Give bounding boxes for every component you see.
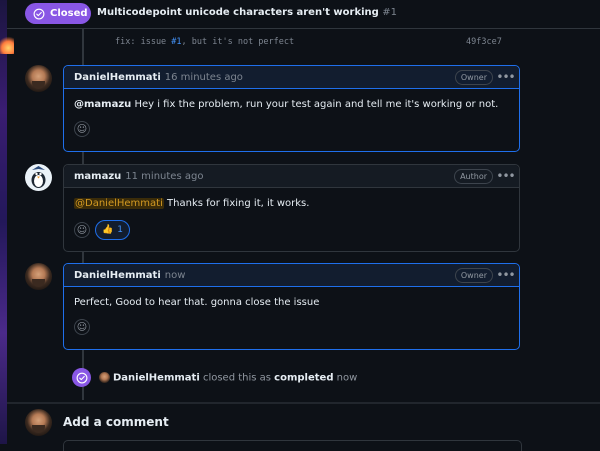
thumbs-up-reaction[interactable]: 👍 1 xyxy=(95,220,130,240)
kebab-horizontal-icon[interactable]: ••• xyxy=(496,267,515,282)
comment-editor[interactable] xyxy=(63,440,522,451)
timeline-line xyxy=(82,29,84,65)
commit-reference: fix: issue #1, but it's not perfect xyxy=(115,37,500,47)
close-event-text: DanielHemmati closed this as completed n… xyxy=(99,371,358,384)
comment-text: Hey i fix the problem, run your test aga… xyxy=(131,99,499,110)
issue-state-label: Closed xyxy=(50,8,88,19)
thumbs-up-icon: 👍 xyxy=(102,225,114,235)
comment-card: DanielHemmati now Owner ••• Perfect, Goo… xyxy=(63,263,520,350)
user-mention-highlighted[interactable]: @DanielHemmati xyxy=(74,198,164,209)
issue-number: #1 xyxy=(382,7,398,18)
smiley-icon[interactable]: ☺ xyxy=(74,121,90,137)
commit-message-prefix: fix: issue xyxy=(115,37,172,47)
check-circle-icon xyxy=(33,8,45,19)
wallpaper-decoration xyxy=(0,34,14,54)
smiley-icon[interactable]: ☺ xyxy=(74,222,90,238)
comment-timestamp[interactable]: 11 minutes ago xyxy=(125,171,203,182)
check-circle-icon xyxy=(72,368,91,387)
comment-header: DanielHemmati now Owner ••• xyxy=(64,264,519,287)
author-badge: Author xyxy=(454,169,493,184)
desktop-wallpaper-edge xyxy=(0,0,14,444)
comment-body: @mamazu Hey i fix the problem, run your … xyxy=(64,89,519,112)
comment-body: Perfect, Good to hear that. gonna close … xyxy=(64,287,519,310)
comment-card: DanielHemmati 16 minutes ago Owner ••• @… xyxy=(63,65,520,152)
reaction-count: 1 xyxy=(117,225,123,235)
kebab-horizontal-icon[interactable]: ••• xyxy=(496,168,515,183)
user-mention[interactable]: @mamazu xyxy=(74,99,131,110)
comment-text: Perfect, Good to hear that. gonna close … xyxy=(74,297,320,308)
issue-state-badge: Closed xyxy=(25,3,91,24)
timeline-line xyxy=(82,252,84,263)
issue-title: Multicodepoint unicode characters aren't… xyxy=(97,7,397,18)
timeline-divider xyxy=(7,402,600,404)
person-avatar[interactable] xyxy=(25,263,52,290)
comment-card: mamazu 11 minutes ago Author ••• @Daniel… xyxy=(63,164,520,252)
commit-issue-link[interactable]: #1 xyxy=(171,37,181,47)
commit-message-suffix: , but it's not perfect xyxy=(181,37,295,47)
comment-author[interactable]: DanielHemmati xyxy=(74,270,161,281)
sticky-issue-header: Closed Multicodepoint unicode characters… xyxy=(7,0,600,29)
issue-title-text: Multicodepoint unicode characters aren't… xyxy=(97,7,379,18)
event-actor[interactable]: DanielHemmati xyxy=(113,372,200,383)
comment-timestamp[interactable]: now xyxy=(165,270,186,281)
event-text: closed this as xyxy=(199,372,275,384)
comment-text: Thanks for fixing it, it works. xyxy=(163,198,310,209)
person-avatar[interactable] xyxy=(25,65,52,92)
event-state: completed xyxy=(274,372,334,384)
penguin-icon xyxy=(31,166,46,188)
event-time[interactable]: now xyxy=(333,372,358,383)
comment-timestamp[interactable]: 16 minutes ago xyxy=(165,72,243,83)
comment-header: mamazu 11 minutes ago Author ••• xyxy=(64,165,519,188)
smiley-icon[interactable]: ☺ xyxy=(74,319,90,335)
close-event: DanielHemmati closed this as completed n… xyxy=(72,368,357,387)
actor-avatar[interactable] xyxy=(99,371,110,383)
comment-header: DanielHemmati 16 minutes ago Owner ••• xyxy=(64,66,519,89)
reaction-row: ☺ xyxy=(64,310,519,343)
comment-author[interactable]: mamazu xyxy=(74,171,121,182)
owner-badge: Owner xyxy=(454,268,493,283)
commit-sha-link[interactable]: 49f3ce7 xyxy=(466,37,502,47)
owner-badge: Owner xyxy=(454,70,493,85)
reaction-row: ☺ xyxy=(64,112,519,145)
comment-body: @DanielHemmati Thanks for fixing it, it … xyxy=(64,188,519,211)
reaction-row: ☺ 👍 1 xyxy=(64,211,519,248)
person-avatar xyxy=(25,409,52,436)
timeline-line xyxy=(82,152,84,164)
comment-author[interactable]: DanielHemmati xyxy=(74,72,161,83)
kebab-horizontal-icon[interactable]: ••• xyxy=(496,69,515,84)
add-comment-heading: Add a comment xyxy=(63,415,169,429)
penguin-avatar[interactable] xyxy=(25,164,52,191)
